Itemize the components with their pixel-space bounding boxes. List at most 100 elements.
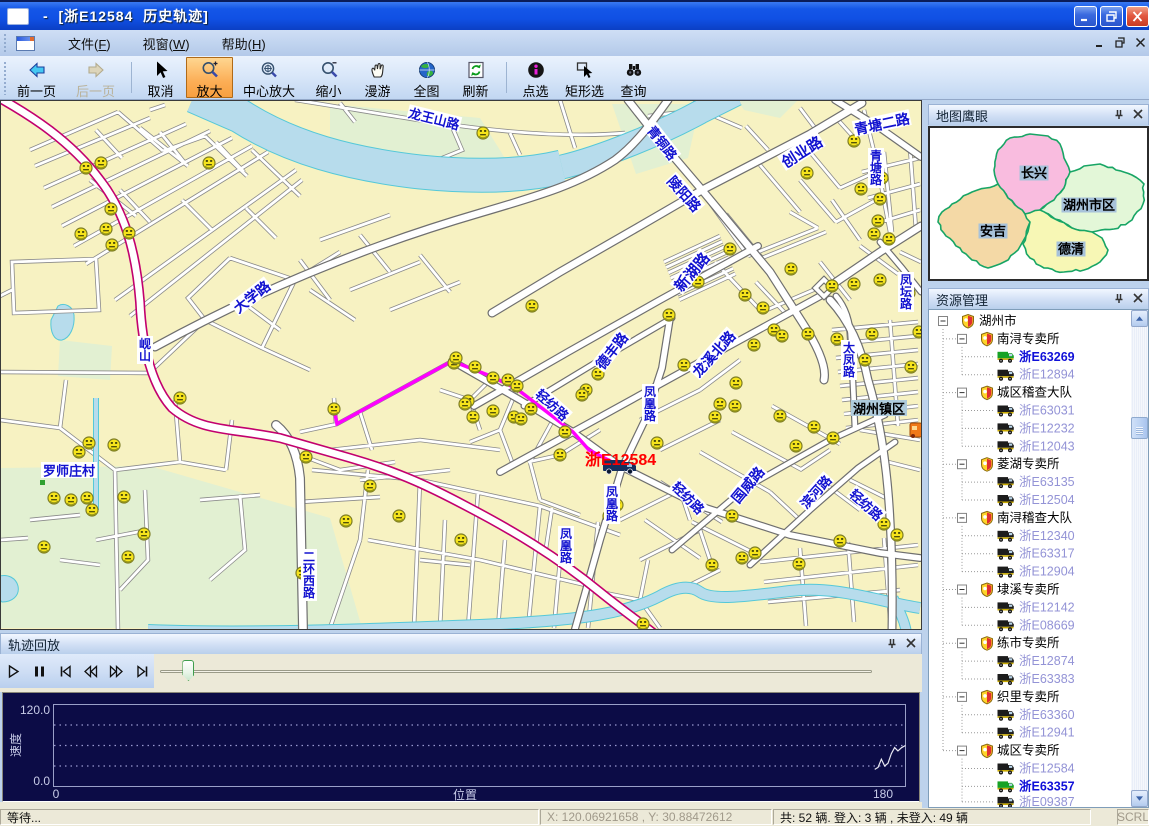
vehicle-smiley-marker[interactable] (511, 380, 523, 392)
vehicle-smiley-marker[interactable] (86, 504, 98, 516)
tree-vehicle-row[interactable]: 浙E12232 (998, 420, 1075, 435)
playback-play-button[interactable] (2, 659, 26, 683)
tree-vehicle-row[interactable]: 浙E12904 (998, 564, 1075, 579)
tree-vehicle-row[interactable]: 浙E12340 (998, 528, 1075, 543)
vehicle-smiley-marker[interactable] (748, 339, 760, 351)
scroll-up-button[interactable] (1131, 310, 1148, 327)
vehicle-smiley-marker[interactable] (913, 326, 921, 338)
vehicle-smiley-marker[interactable] (576, 389, 588, 401)
tree-group-row[interactable]: 城区专卖所 (958, 743, 1060, 758)
vehicle-smiley-marker[interactable] (65, 494, 77, 506)
vehicle-smiley-marker[interactable] (729, 400, 741, 412)
vehicle-smiley-marker[interactable] (526, 300, 538, 312)
mdi-restore-button[interactable] (1115, 36, 1126, 51)
vehicle-smiley-marker[interactable] (203, 157, 215, 169)
vehicle-smiley-marker[interactable] (827, 432, 839, 444)
vehicle-smiley-marker[interactable] (559, 426, 571, 438)
close-button[interactable] (1126, 6, 1149, 27)
playback-rewind-button[interactable] (79, 659, 103, 683)
tree-group-row[interactable]: 练市专卖所 (958, 635, 1060, 650)
pin-icon[interactable] (1113, 108, 1125, 123)
tree-group-row[interactable]: 菱湖专卖所 (958, 456, 1060, 471)
tree-vehicle-row[interactable]: 浙E09387 (998, 794, 1075, 808)
vehicle-smiley-marker[interactable] (808, 421, 820, 433)
scroll-down-button[interactable] (1131, 790, 1148, 807)
tree-vehicle-row[interactable]: 浙E12894 (998, 367, 1075, 382)
menu-item-H[interactable]: 帮助(H) (213, 31, 275, 56)
vehicle-smiley-marker[interactable] (459, 398, 471, 410)
tree-vehicle-row[interactable]: 浙E63360 (998, 707, 1075, 722)
menu-item-W[interactable]: 视窗(W) (134, 31, 199, 56)
vehicle-smiley-marker[interactable] (106, 239, 118, 251)
toolbar-button-info-select[interactable]: 点选 (512, 57, 559, 98)
mdi-close-button[interactable] (1135, 36, 1146, 51)
pin-icon[interactable] (886, 637, 898, 652)
slider-groove[interactable] (160, 670, 872, 673)
vehicle-smiley-marker[interactable] (663, 309, 675, 321)
vehicle-smiley-marker[interactable] (848, 278, 860, 290)
vehicle-smiley-marker[interactable] (874, 274, 886, 286)
toolbar-button-zoom-center[interactable]: 中心放大 (235, 57, 303, 98)
vehicle-smiley-marker[interactable] (487, 372, 499, 384)
vehicle-smiley-marker[interactable] (651, 437, 663, 449)
tree-vehicle-row[interactable]: 浙E12874 (998, 653, 1075, 668)
tree-group-row[interactable]: 埭溪专卖所 (958, 582, 1060, 597)
vehicle-smiley-marker[interactable] (122, 551, 134, 563)
vehicle-smiley-marker[interactable] (469, 361, 481, 373)
toolbar-button-hand[interactable]: 漫游 (354, 57, 401, 98)
vehicle-smiley-marker[interactable] (637, 618, 649, 629)
vehicle-smiley-marker[interactable] (81, 492, 93, 504)
vehicle-smiley-marker[interactable] (714, 398, 726, 410)
vehicle-smiley-marker[interactable] (868, 228, 880, 240)
map-viewport[interactable]: 龙王山路青铜路陵阳路创业路青塘二路青塘路新湖路德丰路龙溪北路大学路轻纺路轻纺路凤… (0, 100, 922, 630)
vehicle-smiley-marker[interactable] (118, 491, 130, 503)
vehicle-smiley-marker[interactable] (393, 510, 405, 522)
tree-vehicle-row[interactable]: 浙E63269 (998, 349, 1075, 364)
close-icon[interactable] (905, 637, 917, 652)
vehicle-smiley-marker[interactable] (48, 492, 60, 504)
tree-group-row[interactable]: 南浔专卖所 (958, 331, 1060, 346)
slider-thumb[interactable] (182, 660, 194, 681)
vehicle-smiley-marker[interactable] (105, 203, 117, 215)
vehicle-smiley-marker[interactable] (905, 361, 917, 373)
vehicle-smiley-marker[interactable] (793, 558, 805, 570)
mdi-minimize-button[interactable] (1095, 36, 1106, 51)
vehicle-smiley-marker[interactable] (724, 243, 736, 255)
vehicle-smiley-marker[interactable] (455, 534, 467, 546)
playback-pause-button[interactable] (28, 659, 52, 683)
menubar-gripper[interactable] (3, 33, 8, 54)
tree-vehicle-row[interactable]: 浙E12941 (998, 725, 1075, 740)
vehicle-smiley-marker[interactable] (866, 328, 878, 340)
toolbar-button-arrow-right[interactable]: 后一页 (67, 57, 124, 98)
eagle-eye-minimap[interactable]: 长兴湖州市区安吉德清 (928, 126, 1149, 281)
vehicle-smiley-marker[interactable] (100, 223, 112, 235)
vehicle-smiley-marker[interactable] (75, 228, 87, 240)
playback-skip-start-button[interactable] (53, 659, 77, 683)
tree-vehicle-row[interactable]: 浙E12504 (998, 492, 1075, 507)
playback-slider[interactable] (160, 654, 872, 688)
vehicle-smiley-marker[interactable] (757, 302, 769, 314)
tree-vehicle-row[interactable]: 浙E12584 (998, 761, 1075, 776)
vehicle-smiley-marker[interactable] (38, 541, 50, 553)
vehicle-smiley-marker[interactable] (525, 403, 537, 415)
vehicle-smiley-marker[interactable] (749, 547, 761, 559)
vehicle-smiley-marker[interactable] (450, 352, 462, 364)
vehicle-smiley-marker[interactable] (826, 280, 838, 292)
tree-vehicle-row[interactable]: 浙E08669 (998, 617, 1075, 632)
vehicle-smiley-marker[interactable] (706, 559, 718, 571)
vehicle-smiley-marker[interactable] (730, 377, 742, 389)
vehicle-smiley-marker[interactable] (487, 405, 499, 417)
vehicle-smiley-marker[interactable] (891, 529, 903, 541)
vehicle-smiley-marker[interactable] (477, 127, 489, 139)
vehicle-smiley-marker[interactable] (790, 440, 802, 452)
tree-vehicle-row[interactable]: 浙E63317 (998, 546, 1075, 561)
tree-vehicle-row[interactable]: 浙E12142 (998, 599, 1075, 614)
vehicle-smiley-marker[interactable] (80, 162, 92, 174)
vehicle-smiley-marker[interactable] (726, 510, 738, 522)
tree-vehicle-row[interactable]: 浙E63031 (998, 403, 1075, 418)
application-icon[interactable] (7, 8, 29, 25)
minimize-button[interactable] (1074, 6, 1097, 27)
vehicle-smiley-marker[interactable] (801, 167, 813, 179)
vehicle-smiley-marker[interactable] (83, 437, 95, 449)
tree-scrollbar[interactable] (1131, 310, 1148, 807)
